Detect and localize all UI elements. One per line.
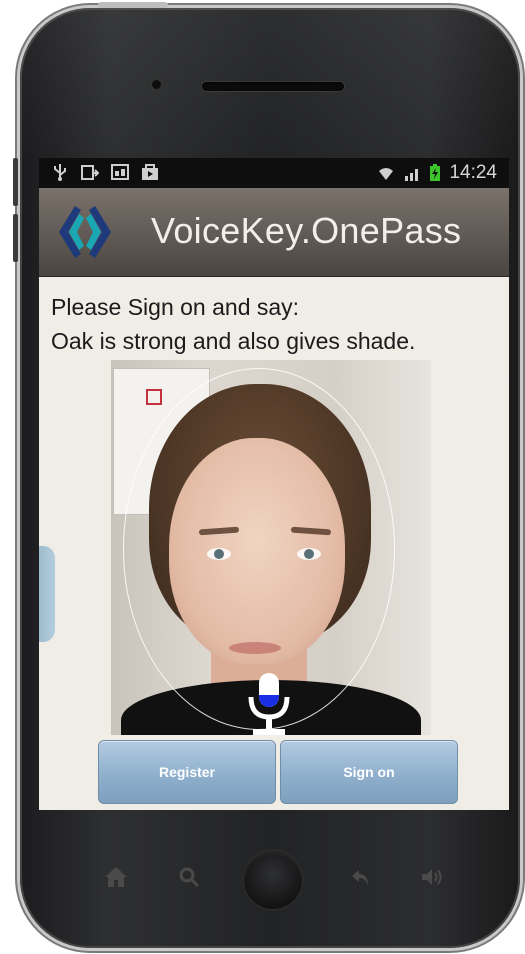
volume-icon[interactable] — [420, 866, 446, 888]
home-icon[interactable] — [104, 866, 128, 888]
battery-charging-icon — [430, 164, 441, 181]
wifi-icon — [379, 168, 394, 180]
front-camera — [152, 80, 161, 89]
microphone-icon[interactable] — [244, 671, 294, 743]
app-title: VoiceKey.OnePass — [151, 210, 462, 251]
earpiece-speaker — [202, 82, 344, 91]
back-icon[interactable] — [350, 866, 372, 888]
signal-icon — [405, 169, 419, 181]
instruction-text: Please Sign on and say: Oak is strong an… — [51, 290, 415, 358]
status-bar: 14:24 — [39, 158, 509, 188]
calendar-mark — [146, 389, 162, 405]
volume-up-button — [13, 158, 18, 206]
phone-screen: 14:24 VoiceKey.OnePass Please Sign on an… — [39, 158, 509, 810]
sign-on-button[interactable]: Sign on — [280, 740, 458, 804]
volume-down-button — [13, 214, 18, 262]
passphrase-text: Oak is strong and also gives shade. — [51, 328, 416, 354]
register-button[interactable]: Register — [98, 740, 276, 804]
search-icon[interactable] — [178, 866, 200, 888]
usb-icon — [54, 164, 66, 181]
image-icon — [111, 164, 129, 180]
power-button — [98, 2, 168, 8]
instruction-line-1: Please Sign on and say: — [51, 294, 300, 320]
upload-icon — [81, 165, 99, 180]
voicekey-logo-icon — [59, 206, 111, 258]
status-time: 14:24 — [449, 162, 497, 183]
side-drawer-handle[interactable] — [39, 546, 55, 642]
shopping-bag-icon — [142, 164, 158, 180]
home-button[interactable] — [244, 851, 302, 909]
app-header: VoiceKey.OnePass — [39, 188, 509, 277]
